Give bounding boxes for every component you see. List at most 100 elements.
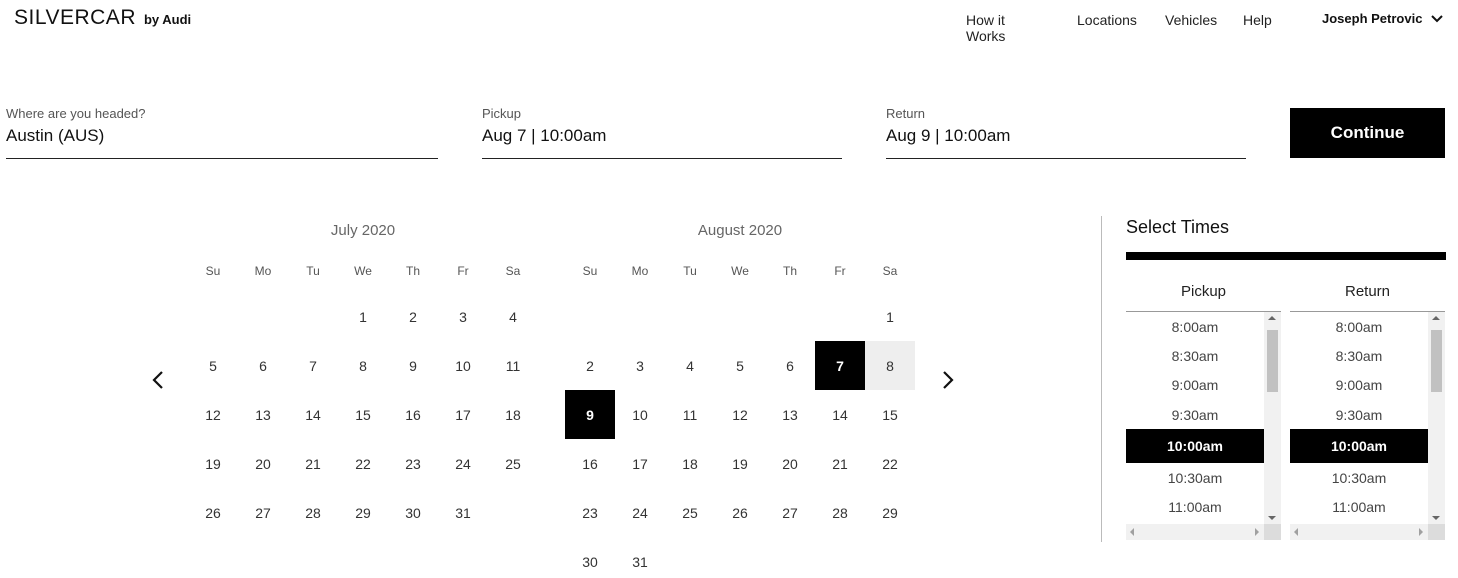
- calendar-day[interactable]: 19: [188, 439, 238, 488]
- calendar-day[interactable]: 3: [438, 292, 488, 341]
- calendar-day[interactable]: 26: [715, 488, 765, 537]
- time-option[interactable]: 9:00am: [1126, 371, 1264, 400]
- pickup-time-list[interactable]: 8:00am 8:30am 9:00am 9:30am 10:00am 10:30am 11…: [1126, 312, 1281, 540]
- continue-button[interactable]: Continue: [1290, 108, 1445, 158]
- divider: [1101, 216, 1102, 542]
- time-option[interactable]: 9:30am: [1290, 400, 1428, 429]
- brand-logo[interactable]: SILVERCAR by Audi: [14, 6, 191, 30]
- calendar-day[interactable]: 4: [665, 341, 715, 390]
- return-field[interactable]: Return Aug 9 | 10:00am: [886, 106, 1246, 159]
- return-value[interactable]: Aug 9 | 10:00am: [886, 126, 1246, 146]
- time-option[interactable]: 9:00am: [1290, 371, 1428, 400]
- calendar-day[interactable]: 12: [715, 390, 765, 439]
- calendar-day[interactable]: 28: [288, 488, 338, 537]
- calendar-day[interactable]: 18: [488, 390, 538, 439]
- calendar-day[interactable]: 8: [338, 341, 388, 390]
- calendar-day[interactable]: 16: [388, 390, 438, 439]
- calendar-day[interactable]: 18: [665, 439, 715, 488]
- calendar-day[interactable]: 2: [388, 292, 438, 341]
- calendar-day[interactable]: 30: [388, 488, 438, 537]
- calendar-day[interactable]: 30: [565, 537, 615, 578]
- calendar-day[interactable]: 20: [765, 439, 815, 488]
- calendar-day[interactable]: 23: [565, 488, 615, 537]
- calendar-day[interactable]: 9: [388, 341, 438, 390]
- calendar-day[interactable]: 13: [765, 390, 815, 439]
- time-option[interactable]: 8:00am: [1290, 312, 1428, 341]
- prev-month-button[interactable]: [146, 366, 170, 394]
- calendar-day[interactable]: 14: [815, 390, 865, 439]
- calendar-day[interactable]: 24: [438, 439, 488, 488]
- calendar-day[interactable]: 27: [238, 488, 288, 537]
- calendar-day[interactable]: 27: [765, 488, 815, 537]
- calendar-day[interactable]: 5: [715, 341, 765, 390]
- vertical-scrollbar[interactable]: [1428, 312, 1445, 524]
- time-option[interactable]: 10:00am: [1290, 429, 1428, 464]
- calendar-day[interactable]: 12: [188, 390, 238, 439]
- next-month-button[interactable]: [936, 366, 960, 394]
- calendar-day[interactable]: 14: [288, 390, 338, 439]
- vertical-scrollbar[interactable]: [1264, 312, 1281, 524]
- calendar-day[interactable]: 23: [388, 439, 438, 488]
- calendar-day[interactable]: 20: [238, 439, 288, 488]
- return-time-list[interactable]: 8:00am 8:30am 9:00am 9:30am 10:00am 10:30am 11…: [1290, 312, 1445, 540]
- time-option[interactable]: 8:00am: [1126, 312, 1264, 341]
- calendar-day[interactable]: 1: [338, 292, 388, 341]
- calendar-day[interactable]: 22: [865, 439, 915, 488]
- calendar-day[interactable]: 22: [338, 439, 388, 488]
- nav-locations[interactable]: Locations: [1077, 12, 1137, 28]
- calendar-day[interactable]: 4: [488, 292, 538, 341]
- calendar-day[interactable]: 15: [338, 390, 388, 439]
- calendar-day[interactable]: 29: [338, 488, 388, 537]
- calendar-day[interactable]: 26: [188, 488, 238, 537]
- pickup-field[interactable]: Pickup Aug 7 | 10:00am: [482, 106, 842, 159]
- horizontal-scrollbar[interactable]: [1290, 524, 1445, 540]
- weekday-label: Fr: [457, 264, 469, 278]
- calendar-day[interactable]: 31: [615, 537, 665, 578]
- time-option[interactable]: 10:30am: [1126, 463, 1264, 492]
- nav-how-it-works[interactable]: How it Works: [966, 12, 1005, 44]
- calendar-day[interactable]: 10: [438, 341, 488, 390]
- nav-help[interactable]: Help: [1243, 12, 1272, 28]
- destination-value[interactable]: Austin (AUS): [6, 126, 438, 146]
- calendar-day[interactable]: 28: [815, 488, 865, 537]
- calendar-day[interactable]: 7: [288, 341, 338, 390]
- time-option[interactable]: 8:30am: [1290, 341, 1428, 370]
- destination-field[interactable]: Where are you headed? Austin (AUS): [6, 106, 438, 159]
- time-option[interactable]: 8:30am: [1126, 341, 1264, 370]
- calendar-day[interactable]: 10: [615, 390, 665, 439]
- brand-name: SILVERCAR: [14, 6, 136, 29]
- time-option[interactable]: 10:00am: [1126, 429, 1264, 464]
- calendar-day[interactable]: 31: [438, 488, 488, 537]
- calendar-day[interactable]: 9: [565, 390, 615, 439]
- time-option[interactable]: 10:30am: [1290, 463, 1428, 492]
- calendar-day[interactable]: 17: [615, 439, 665, 488]
- calendar-day[interactable]: 15: [865, 390, 915, 439]
- pickup-value[interactable]: Aug 7 | 10:00am: [482, 126, 842, 146]
- calendar-day[interactable]: 24: [615, 488, 665, 537]
- calendar-day[interactable]: 6: [765, 341, 815, 390]
- calendar-day[interactable]: 19: [715, 439, 765, 488]
- calendar-day[interactable]: 21: [288, 439, 338, 488]
- user-menu[interactable]: Joseph Petrovic: [1322, 11, 1444, 26]
- calendar-day[interactable]: 1: [865, 292, 915, 341]
- calendar-day[interactable]: 2: [565, 341, 615, 390]
- calendar-day[interactable]: 21: [815, 439, 865, 488]
- nav-vehicles[interactable]: Vehicles: [1165, 12, 1217, 28]
- time-option[interactable]: 11:00am: [1290, 492, 1428, 521]
- calendar-day[interactable]: 17: [438, 390, 488, 439]
- calendar-day[interactable]: 7: [815, 341, 865, 390]
- calendar-day[interactable]: 11: [665, 390, 715, 439]
- calendar-day[interactable]: 6: [238, 341, 288, 390]
- time-option[interactable]: 9:30am: [1126, 400, 1264, 429]
- calendar-day[interactable]: 29: [865, 488, 915, 537]
- calendar-day[interactable]: 3: [615, 341, 665, 390]
- horizontal-scrollbar[interactable]: [1126, 524, 1281, 540]
- calendar-day[interactable]: 25: [665, 488, 715, 537]
- calendar-day[interactable]: 25: [488, 439, 538, 488]
- calendar-day[interactable]: 5: [188, 341, 238, 390]
- calendar-day[interactable]: 16: [565, 439, 615, 488]
- calendar-day[interactable]: 13: [238, 390, 288, 439]
- calendar-day[interactable]: 8: [865, 341, 915, 390]
- time-option[interactable]: 11:00am: [1126, 492, 1264, 521]
- calendar-day[interactable]: 11: [488, 341, 538, 390]
